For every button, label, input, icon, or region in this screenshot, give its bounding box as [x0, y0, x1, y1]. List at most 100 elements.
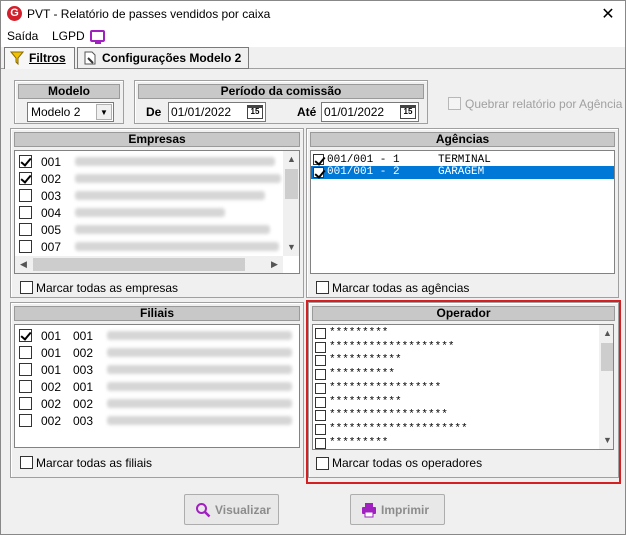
filiais-list[interactable]: 001 001 001 002 001 003 002 001 002 002 …: [14, 324, 300, 448]
row-checkbox[interactable]: [313, 167, 324, 178]
imprimir-label: Imprimir: [381, 503, 430, 517]
scroll-thumb[interactable]: [33, 258, 245, 271]
list-item[interactable]: 001 003: [15, 361, 299, 378]
row-checkbox[interactable]: [19, 172, 32, 185]
filiais-group: Filiais 001 001 001 002 001 003 002 001 …: [10, 302, 304, 478]
row-checkbox[interactable]: [19, 346, 32, 359]
scroll-thumb[interactable]: [285, 169, 298, 199]
app-logo-icon: G: [7, 6, 22, 21]
agencia-code: 001/001 - 1: [327, 154, 400, 166]
report-window: G PVT - Relatório de passes vendidos por…: [0, 0, 626, 535]
magnifier-icon: [196, 503, 211, 518]
redacted-name: [107, 331, 292, 340]
calendar-icon[interactable]: 15: [400, 105, 416, 119]
row-checkbox[interactable]: [313, 154, 324, 165]
redacted-name: [75, 242, 279, 251]
redacted-name: [107, 399, 292, 408]
row-checkbox[interactable]: [19, 414, 32, 427]
scroll-up-icon[interactable]: ▲: [283, 151, 299, 168]
scroll-down-icon[interactable]: ▼: [283, 239, 299, 256]
empresa-code: 005: [41, 223, 62, 237]
redacted-name: [75, 174, 281, 183]
row-checkbox[interactable]: [19, 363, 32, 376]
tab-filtros[interactable]: Filtros: [4, 47, 75, 69]
list-item[interactable]: 002 002: [15, 395, 299, 412]
visualizar-button[interactable]: Visualizar: [184, 494, 279, 525]
empresas-header: Empresas: [14, 132, 300, 147]
row-checkbox[interactable]: [19, 189, 32, 202]
empresa-code: 002: [41, 172, 62, 186]
empresa-code: 003: [41, 189, 62, 203]
row-checkbox[interactable]: [19, 329, 32, 342]
agencias-list[interactable]: 001/001 - 1 TERMINAL 001/001 - 2 GARAGEM: [310, 150, 615, 274]
agencias-group: Agências 001/001 - 1 TERMINAL 001/001 - …: [306, 128, 619, 298]
filial-empresa: 002: [41, 414, 62, 428]
filial-code: 001: [73, 380, 94, 394]
redacted-name: [107, 348, 292, 357]
list-item[interactable]: 001: [15, 153, 283, 170]
list-item-selected[interactable]: 001/001 - 2 GARAGEM: [311, 166, 614, 179]
title-bar: G PVT - Relatório de passes vendidos por…: [1, 1, 625, 27]
list-item[interactable]: 007: [15, 238, 283, 255]
filial-empresa: 001: [41, 329, 62, 343]
row-checkbox[interactable]: [19, 223, 32, 236]
menu-bar: Saída LGPD: [1, 27, 625, 47]
empresa-code: 007: [41, 240, 62, 254]
funnel-icon: [10, 51, 24, 65]
row-checkbox[interactable]: [19, 380, 32, 393]
list-item[interactable]: 004: [15, 204, 283, 221]
filial-empresa: 001: [41, 346, 62, 360]
tab-configuracoes[interactable]: Configurações Modelo 2: [77, 47, 249, 69]
list-item[interactable]: 002 001: [15, 378, 299, 395]
row-checkbox[interactable]: [19, 397, 32, 410]
visualizar-label: Visualizar: [215, 503, 271, 517]
de-label: De: [146, 105, 162, 119]
de-date-field[interactable]: 01/01/2022 15: [168, 102, 266, 122]
agencia-name: TERMINAL: [438, 154, 491, 166]
de-date-value: 01/01/2022: [171, 105, 232, 119]
empresas-hscrollbar[interactable]: ◀ ▶: [15, 256, 283, 273]
redacted-name: [75, 225, 270, 234]
empresas-list[interactable]: 001 002 003 004 005 007 ▲ ▼ ◀ ▶: [14, 150, 300, 274]
imprimir-button[interactable]: Imprimir: [350, 494, 445, 525]
empresas-vscrollbar[interactable]: ▲ ▼: [283, 151, 299, 256]
monitor-icon[interactable]: [90, 30, 105, 44]
modelo-select[interactable]: Modelo 2 ▼: [27, 102, 114, 122]
calendar-icon[interactable]: 15: [247, 105, 263, 119]
list-item[interactable]: 002: [15, 170, 283, 187]
redacted-name: [107, 365, 292, 374]
marcar-empresas-checkbox[interactable]: [20, 281, 33, 294]
filiais-header: Filiais: [14, 306, 300, 321]
marcar-filiais-checkbox[interactable]: [20, 456, 33, 469]
list-item[interactable]: 002 003: [15, 412, 299, 429]
menu-lgpd[interactable]: LGPD: [52, 29, 85, 43]
ate-date-field[interactable]: 01/01/2022 15: [321, 102, 419, 122]
scroll-right-icon[interactable]: ▶: [266, 256, 283, 273]
row-checkbox[interactable]: [19, 240, 32, 253]
tab-configuracoes-label: Configurações Modelo 2: [102, 51, 242, 65]
close-icon[interactable]: ✕: [601, 4, 615, 24]
periodo-group: Período da comissão De 01/01/2022 15 Até…: [134, 80, 428, 124]
list-item[interactable]: 005: [15, 221, 283, 238]
list-item[interactable]: 001 002: [15, 344, 299, 361]
scroll-left-icon[interactable]: ◀: [15, 256, 32, 273]
redacted-name: [107, 416, 292, 425]
list-item[interactable]: 001 001: [15, 327, 299, 344]
list-item[interactable]: 003: [15, 187, 283, 204]
menu-saida[interactable]: Saída: [7, 29, 38, 43]
redacted-name: [75, 208, 225, 217]
chevron-down-icon[interactable]: ▼: [96, 104, 112, 120]
redacted-name: [75, 157, 275, 166]
marcar-agencias-checkbox[interactable]: [316, 281, 329, 294]
row-checkbox[interactable]: [19, 155, 32, 168]
quebrar-checkbox[interactable]: [448, 97, 461, 110]
empresa-code: 001: [41, 155, 62, 169]
filial-empresa: 002: [41, 380, 62, 394]
filial-code: 003: [73, 414, 94, 428]
row-checkbox[interactable]: [19, 206, 32, 219]
ate-date-value: 01/01/2022: [324, 105, 385, 119]
empresas-group: Empresas 001 002 003 004 005 007 ▲ ▼ ◀ ▶…: [10, 128, 304, 298]
window-title: PVT - Relatório de passes vendidos por c…: [27, 7, 271, 21]
filial-empresa: 002: [41, 397, 62, 411]
document-settings-icon: [84, 51, 96, 65]
